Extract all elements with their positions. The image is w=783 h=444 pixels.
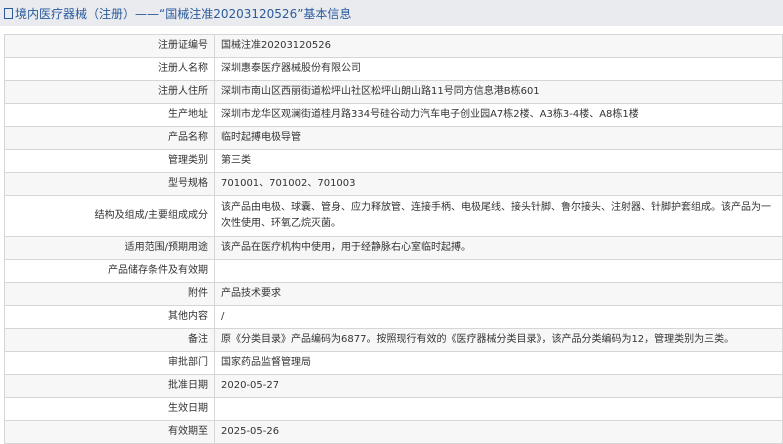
table-row: 审批部门 国家药品监督管理局 [4, 351, 783, 375]
field-value: / [214, 305, 783, 329]
table-row: 注册人住所 深圳市南山区西丽街道松坪山社区松坪山朗山路11号同方信息港B栋601 [4, 80, 783, 104]
page-title: 境内医疗器械（注册）——“国械注准20203120526”基本信息 [15, 6, 352, 21]
field-label: 生效日期 [4, 397, 215, 421]
field-value: 深圳市龙华区观澜街道桂月路334号硅谷动力汽车电子创业园A7栋2楼、A3栋3-4… [214, 103, 783, 127]
table-row: 适用范围/预期用途 该产品在医疗机构中使用，用于经静脉右心室临时起搏。 [4, 236, 783, 260]
table-row: 备注 原《分类目录》产品编码为6877。按照现行有效的《医疗器械分类目录》，该产品… [4, 328, 783, 352]
table-row: 产品储存条件及有效期 [4, 259, 783, 283]
field-value: 产品技术要求 [214, 282, 783, 306]
field-label: 有效期至 [4, 420, 215, 444]
field-value: 国械注准20203120526 [214, 34, 783, 58]
table-row: 产品名称 临时起搏电极导管 [4, 126, 783, 150]
table-row: 附件 产品技术要求 [4, 282, 783, 306]
field-value: 该产品在医疗机构中使用，用于经静脉右心室临时起搏。 [214, 236, 783, 260]
table-row: 批准日期 2020-05-27 [4, 374, 783, 398]
field-value: 原《分类目录》产品编码为6877。按照现行有效的《医疗器械分类目录》，该产品分类… [214, 328, 783, 352]
field-label: 注册证编号 [4, 34, 215, 58]
table-row: 生产地址 深圳市龙华区观澜街道桂月路334号硅谷动力汽车电子创业园A7栋2楼、A3… [4, 103, 783, 127]
document-icon [4, 7, 13, 19]
field-label: 附件 [4, 282, 215, 306]
field-value [214, 259, 783, 283]
table-row: 有效期至 2025-05-26 [4, 420, 783, 444]
table-row: 型号规格 701001、701002、701003 [4, 172, 783, 196]
table-row: 注册证编号 国械注准20203120526 [4, 34, 783, 58]
table-row: 生效日期 [4, 397, 783, 421]
field-label: 批准日期 [4, 374, 215, 398]
field-label: 注册人名称 [4, 57, 215, 81]
field-value: 临时起搏电极导管 [214, 126, 783, 150]
field-value: 701001、701002、701003 [214, 172, 783, 196]
field-label: 注册人住所 [4, 80, 215, 104]
field-label: 结构及组成/主要组成成分 [4, 195, 215, 237]
field-value [214, 397, 783, 421]
field-value: 2025-05-26 [214, 420, 783, 444]
field-value: 国家药品监督管理局 [214, 351, 783, 375]
info-table: 注册证编号 国械注准20203120526 注册人名称 深圳惠泰医疗器械股份有限公司注… [4, 34, 783, 444]
field-label: 生产地址 [4, 103, 215, 127]
field-label: 型号规格 [4, 172, 215, 196]
field-value: 第三类 [214, 149, 783, 173]
field-value: 深圳惠泰医疗器械股份有限公司 [214, 57, 783, 81]
field-label: 备注 [4, 328, 215, 352]
field-label: 产品名称 [4, 126, 215, 150]
field-label: 审批部门 [4, 351, 215, 375]
table-row: 注册人名称 深圳惠泰医疗器械股份有限公司 [4, 57, 783, 81]
field-value: 2020-05-27 [214, 374, 783, 398]
field-label: 适用范围/预期用途 [4, 236, 215, 260]
field-label: 管理类别 [4, 149, 215, 173]
field-value: 深圳市南山区西丽街道松坪山社区松坪山朗山路11号同方信息港B栋601 [214, 80, 783, 104]
field-label: 其他内容 [4, 305, 215, 329]
page-header: 境内医疗器械（注册）——“国械注准20203120526”基本信息 [0, 0, 783, 26]
field-value: 该产品由电极、球囊、管身、应力释放管、连接手柄、电极尾线、接头针脚、鲁尔接头、注… [214, 195, 783, 237]
table-row: 其他内容 / [4, 305, 783, 329]
table-row: 管理类别 第三类 [4, 149, 783, 173]
table-row: 结构及组成/主要组成成分 该产品由电极、球囊、管身、应力释放管、连接手柄、电极尾线… [4, 195, 783, 237]
field-label: 产品储存条件及有效期 [4, 259, 215, 283]
